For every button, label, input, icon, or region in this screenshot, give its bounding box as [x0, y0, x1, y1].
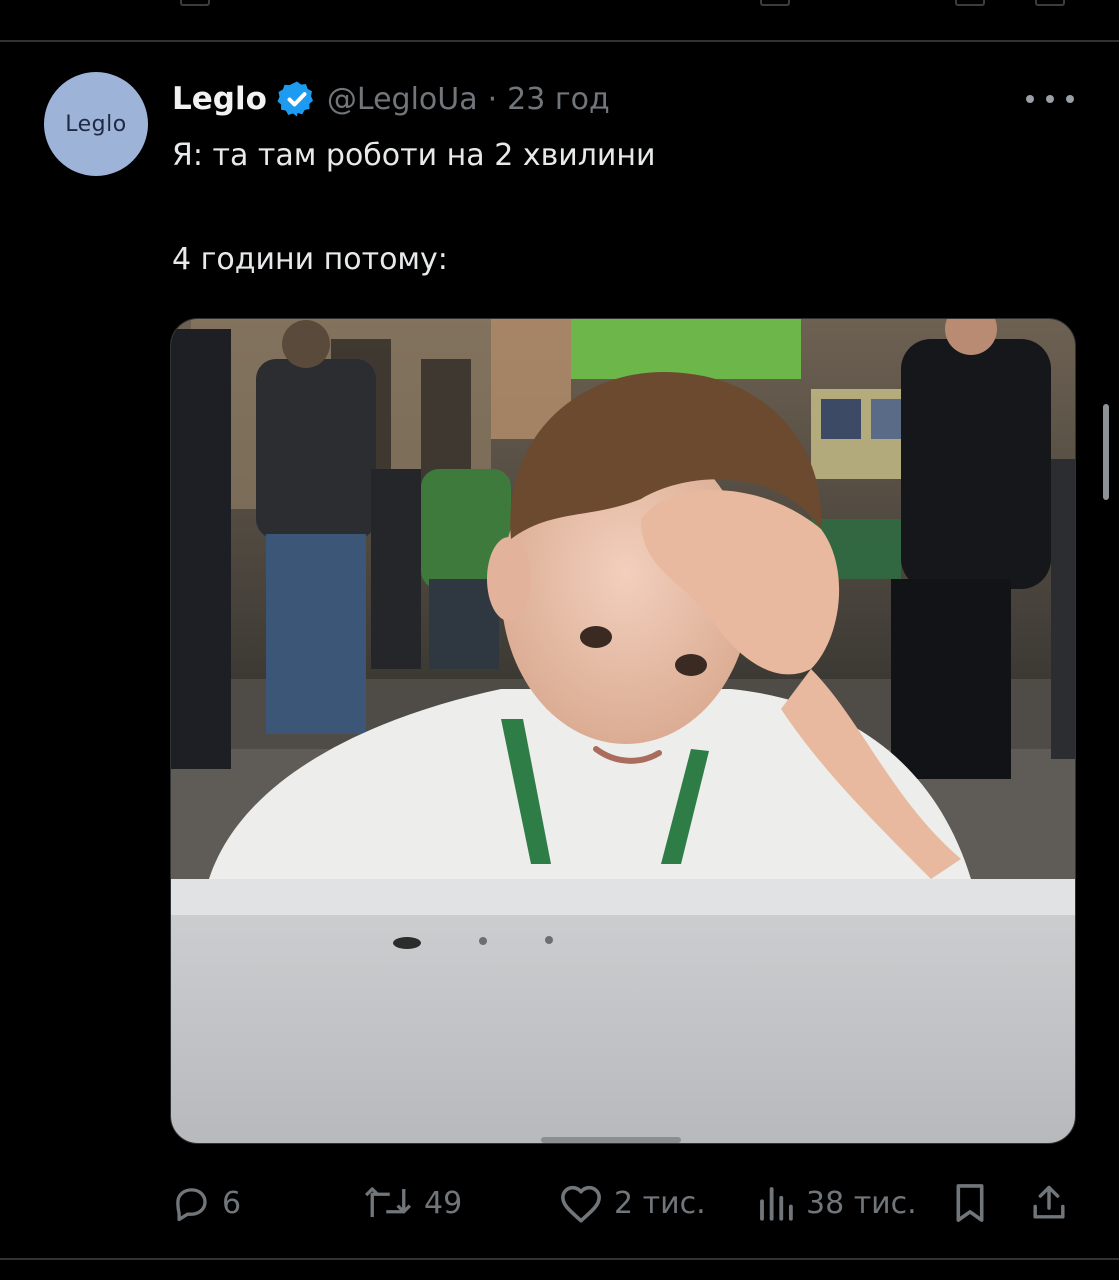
previous-action-icon	[1035, 0, 1065, 6]
timestamp[interactable]: 23 год	[507, 82, 610, 117]
previous-action-icon	[180, 0, 210, 6]
avatar-logo-text: Leglo	[65, 111, 127, 137]
share-button[interactable]	[1030, 1180, 1068, 1226]
tweet-text-line: Я: та там роботи на 2 хвилини	[172, 138, 656, 173]
more-options-button[interactable]	[1026, 84, 1074, 114]
tweet-text-line: 4 години потому:	[172, 242, 448, 277]
repost-button[interactable]: 49	[362, 1180, 462, 1226]
verified-badge-icon	[277, 81, 313, 117]
tweet-header: Leglo @LegloUa · 23 год	[172, 74, 610, 124]
separator-dot: ·	[487, 81, 498, 117]
top-divider	[0, 40, 1119, 42]
more-dots-icon	[1066, 95, 1074, 103]
repost-count: 49	[424, 1185, 463, 1221]
scrollbar-thumb[interactable]	[1103, 404, 1109, 500]
user-handle[interactable]: @LegloUa	[327, 82, 478, 117]
reply-button[interactable]: 6	[170, 1180, 241, 1226]
display-name[interactable]: Leglo	[172, 81, 267, 117]
reply-count: 6	[222, 1185, 242, 1221]
previous-action-icon	[760, 0, 790, 6]
views-count: 38 тис.	[806, 1185, 917, 1221]
bar-chart-icon	[760, 1187, 793, 1221]
repost-arrows-icon	[364, 1187, 412, 1217]
previous-tweet-strip	[0, 0, 1119, 40]
tweet-action-bar: 6 49 2 тис. 38 тис.	[170, 1172, 1074, 1236]
more-dots-icon	[1046, 95, 1054, 103]
bookmark-icon	[956, 1184, 984, 1222]
previous-action-icon	[955, 0, 985, 6]
views-button[interactable]: 38 тис.	[756, 1180, 917, 1226]
bookmark-button[interactable]	[952, 1180, 988, 1226]
heart-icon	[561, 1185, 601, 1223]
tweet-text: Я: та там роботи на 2 хвилини 4 години п…	[172, 132, 1032, 284]
reply-bubble-icon	[176, 1188, 207, 1222]
share-upload-icon	[1033, 1185, 1065, 1219]
avatar[interactable]: Leglo	[44, 72, 148, 176]
more-dots-icon	[1026, 95, 1034, 103]
tweet-photo[interactable]	[170, 318, 1076, 1144]
boy-facepalm-photo	[171, 319, 1075, 1143]
like-count: 2 тис.	[614, 1185, 706, 1221]
bottom-divider	[0, 1258, 1119, 1260]
like-button[interactable]: 2 тис.	[558, 1180, 706, 1226]
